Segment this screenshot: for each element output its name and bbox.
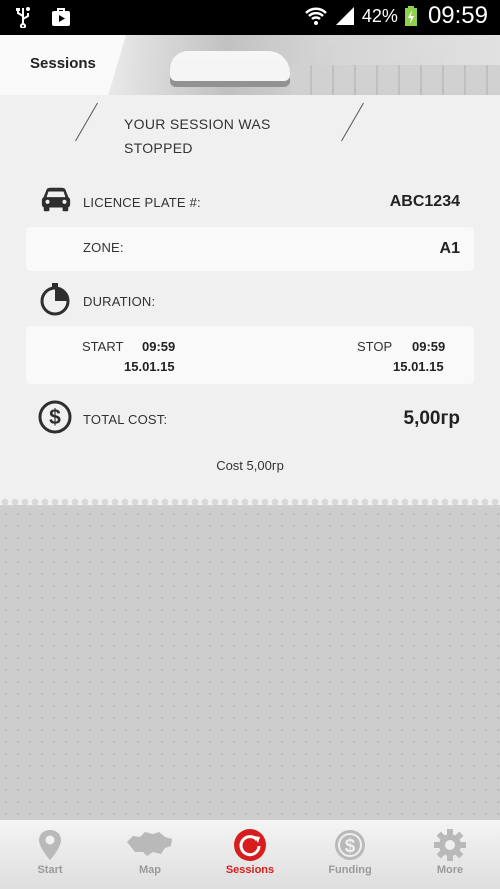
stop-time: 09:59	[412, 339, 446, 354]
nav-map[interactable]: Map	[100, 820, 200, 889]
total-value: 5,00гр	[403, 408, 461, 429]
status-clock: 09:59	[427, 2, 488, 29]
nav-more[interactable]: More	[400, 820, 500, 889]
stop-label: STOP	[357, 339, 393, 354]
nav-map-label: Map	[139, 864, 161, 876]
nav-sessions-label: Sessions	[225, 864, 275, 876]
battery-percent: 42%	[361, 5, 398, 26]
start-time: 09:59	[142, 339, 176, 354]
dollar-icon: $	[335, 830, 365, 860]
cost-line: Cost 5,00гр	[216, 458, 284, 473]
stopwatch-icon	[40, 283, 70, 316]
total-label: TOTAL COST:	[83, 412, 168, 427]
start-label: START	[82, 339, 124, 354]
nav-more-label: More	[436, 864, 464, 876]
app-header: Sessions	[0, 35, 500, 95]
banner-wall-shape	[290, 65, 500, 95]
stop-date: 15.01.15	[393, 359, 444, 374]
session-status-line1: YOUR SESSION WAS	[124, 116, 271, 132]
car-icon	[41, 187, 71, 212]
nav-funding-label: Funding	[328, 864, 372, 876]
signal-icon	[335, 7, 354, 25]
duration-label: DURATION:	[83, 294, 156, 309]
ukraine-map-icon	[127, 832, 172, 856]
licence-label: LICENCE PLATE #:	[83, 195, 201, 210]
zone-value: A1	[439, 240, 460, 257]
banner-car-shape	[170, 51, 290, 81]
bottom-nav: Start Map Sessions $ Funding More	[0, 820, 500, 889]
dollar-coin-icon: $	[38, 400, 72, 434]
header-banner-image	[110, 35, 500, 95]
wifi-icon	[305, 7, 327, 25]
start-date: 15.01.15	[124, 359, 175, 374]
zone-label: ZONE:	[83, 240, 124, 255]
svg-text:$: $	[49, 406, 61, 429]
video-store-icon	[52, 8, 70, 26]
svg-text:$: $	[345, 836, 356, 857]
usb-icon	[16, 7, 30, 28]
session-status-line2: STOPPED	[124, 140, 193, 156]
session-status: YOUR SESSION WAS STOPPED	[124, 112, 271, 160]
licence-value: ABC1234	[389, 193, 460, 210]
nav-start-label: Start	[37, 864, 63, 876]
battery-charging-icon	[404, 6, 417, 26]
gear-icon	[434, 829, 466, 861]
duration-box	[26, 326, 474, 384]
status-bar: 42% 09:59	[0, 0, 500, 35]
sessions-refresh-icon	[234, 829, 266, 861]
dotted-background	[0, 508, 500, 820]
map-pin-icon	[39, 830, 61, 860]
nav-sessions[interactable]: Sessions	[200, 820, 300, 889]
page-title: Sessions	[30, 55, 96, 72]
nav-start[interactable]: Start	[0, 820, 100, 889]
nav-funding[interactable]: $ Funding	[300, 820, 400, 889]
card-scalloped-edge	[0, 498, 500, 508]
